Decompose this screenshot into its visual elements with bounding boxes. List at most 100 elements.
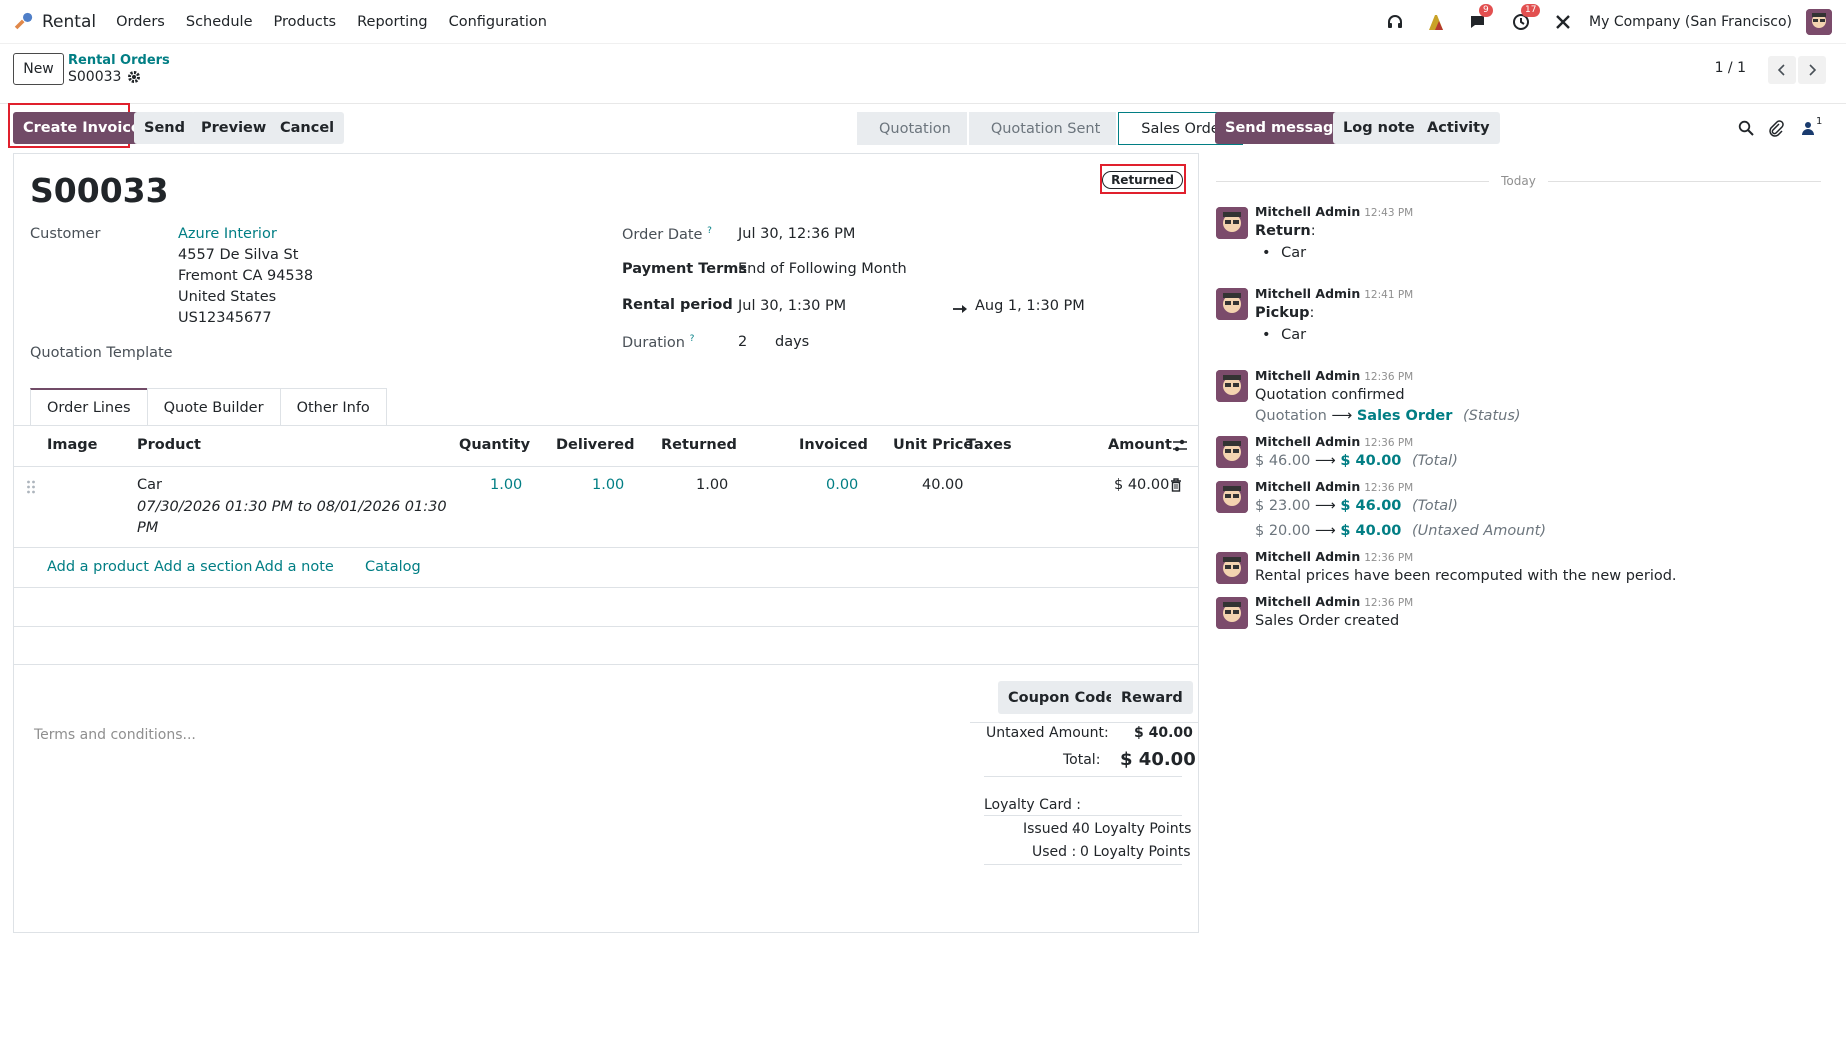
support-headset-icon[interactable] (1385, 12, 1405, 32)
row-product[interactable]: Car (137, 477, 162, 493)
optional-columns-sliders-icon[interactable] (1172, 438, 1188, 454)
column-header-amount[interactable]: Amount (1108, 437, 1172, 453)
avatar[interactable] (1216, 481, 1248, 513)
tab-other-info[interactable]: Other Info (279, 388, 387, 426)
trash-icon[interactable] (1170, 478, 1182, 492)
help-tooltip-icon[interactable]: ? (707, 226, 712, 236)
menu-products[interactable]: Products (274, 14, 337, 30)
rental-start-value[interactable]: Jul 30, 1:30 PM (738, 298, 846, 314)
tab-quote-builder[interactable]: Quote Builder (146, 388, 281, 426)
column-header-image[interactable]: Image (47, 437, 98, 453)
followers-icon[interactable] (1802, 121, 1814, 135)
activities-clock-icon[interactable]: 17 (1511, 4, 1541, 32)
pager-next-button[interactable] (1798, 56, 1826, 84)
log-note-button[interactable]: Log note (1333, 112, 1425, 144)
column-header-unit-price[interactable]: Unit Price (893, 437, 973, 453)
row-description-cont[interactable]: PM (137, 520, 158, 536)
old-value: $ 20.00 (1255, 523, 1311, 539)
chevron-left-icon (1777, 64, 1785, 76)
column-header-invoiced[interactable]: Invoiced (799, 437, 868, 453)
pager-previous-button[interactable] (1768, 56, 1796, 84)
loyalty-card-label: Loyalty Card : (984, 797, 1082, 813)
row-delivered[interactable]: 1.00 (592, 477, 624, 493)
notebook-tabs: Order Lines Quote Builder Other Info (30, 388, 387, 426)
avatar[interactable] (1216, 436, 1248, 468)
untaxed-amount-label: Untaxed Amount: (986, 725, 1109, 741)
coupon-code-button[interactable]: Coupon Code (998, 681, 1126, 714)
breadcrumb-current-record: S00033 (68, 69, 122, 85)
new-button[interactable]: New (13, 53, 64, 85)
used-label: Used : (1032, 844, 1077, 860)
tracking-value: Quotation ⟶ Sales Order (Status) (1255, 408, 1521, 424)
catalog-link[interactable]: Catalog (365, 559, 421, 575)
column-header-taxes[interactable]: Taxes (966, 437, 1012, 453)
customer-link[interactable]: Azure Interior (178, 226, 277, 242)
loyalty-divider (984, 815, 1182, 816)
column-header-returned[interactable]: Returned (661, 437, 737, 453)
cancel-button[interactable]: Cancel (270, 112, 345, 144)
drag-handle-icon[interactable] (26, 480, 36, 494)
tab-order-lines[interactable]: Order Lines (30, 388, 148, 426)
chevron-right-icon (1809, 64, 1817, 76)
send-button[interactable]: Send (134, 112, 195, 144)
terms-conditions-input[interactable]: Terms and conditions... (34, 727, 196, 743)
breadcrumb-current: S00033 (68, 69, 141, 85)
add-section-link[interactable]: Add a section (154, 559, 252, 575)
row-description[interactable]: 07/30/2026 01:30 PM to 08/01/2026 01:30 (137, 499, 447, 515)
breadcrumb-rental-orders[interactable]: Rental Orders (68, 53, 170, 68)
list-item: • Car (1262, 327, 1307, 343)
avatar[interactable] (1216, 597, 1248, 629)
help-tooltip-icon[interactable]: ? (690, 334, 695, 344)
new-value: Sales Order (1356, 408, 1453, 424)
menu-reporting[interactable]: Reporting (357, 14, 428, 30)
duration-unit[interactable]: days (775, 334, 809, 350)
row-unit-price[interactable]: 40.00 (922, 477, 964, 493)
menu-schedule[interactable]: Schedule (186, 14, 253, 30)
avatar[interactable] (1216, 207, 1248, 239)
preview-button[interactable]: Preview (191, 112, 277, 144)
avatar[interactable] (1216, 370, 1248, 402)
field-name: (Total) (1412, 498, 1458, 514)
app-brand[interactable]: Rental (12, 11, 96, 33)
rental-end-value[interactable]: Aug 1, 1:30 PM (975, 298, 1085, 314)
issued-value: 40 Loyalty Points (1072, 821, 1192, 837)
order-date-value[interactable]: Jul 30, 12:36 PM (738, 226, 855, 242)
column-header-delivered[interactable]: Delivered (556, 437, 634, 453)
navbar-systray: 9 17 My Company (San Francisco) (1363, 0, 1832, 44)
paperclip-icon[interactable] (1768, 119, 1784, 137)
payment-terms-value[interactable]: End of Following Month (738, 261, 907, 277)
add-product-link[interactable]: Add a product (47, 559, 149, 575)
column-header-product[interactable]: Product (137, 437, 201, 453)
messages-icon[interactable]: 9 (1469, 4, 1493, 32)
arrow-right-icon: ⟶ (1314, 453, 1336, 469)
avatar[interactable] (1216, 288, 1248, 320)
message-body: Quotation confirmed (1255, 387, 1405, 403)
row-amount[interactable]: $ 40.00 (1114, 477, 1169, 493)
field-name: (Status) (1463, 408, 1521, 424)
stage-quotation[interactable]: Quotation (857, 112, 967, 145)
ai-assistant-icon[interactable] (1427, 12, 1447, 32)
gear-icon[interactable] (127, 70, 141, 84)
add-note-link[interactable]: Add a note (255, 559, 334, 575)
column-header-quantity[interactable]: Quantity (459, 437, 530, 453)
row-quantity[interactable]: 1.00 (490, 477, 522, 493)
duration-value[interactable]: 2 (738, 334, 747, 350)
reward-button[interactable]: Reward (1111, 681, 1193, 714)
row-invoiced[interactable]: 0.00 (826, 477, 858, 493)
message-author: Mitchell Admin 12:36 PM (1255, 594, 1413, 609)
activity-button[interactable]: Activity (1417, 112, 1500, 144)
row-returned[interactable]: 1.00 (696, 477, 728, 493)
untaxed-amount-value: $ 40.00 (1134, 725, 1193, 741)
message-body: Pickup: (1255, 305, 1314, 321)
create-invoice-button[interactable]: Create Invoice (13, 112, 151, 144)
pager-value[interactable]: 1 / 1 (1715, 60, 1746, 76)
user-avatar[interactable] (1806, 9, 1832, 35)
company-switcher[interactable]: My Company (San Francisco) (1589, 14, 1792, 30)
stage-quotation-sent[interactable]: Quotation Sent (968, 112, 1117, 145)
debug-tools-icon[interactable] (1553, 12, 1573, 32)
search-icon[interactable] (1738, 120, 1754, 136)
customer-label: Customer (30, 226, 101, 242)
menu-configuration[interactable]: Configuration (449, 14, 547, 30)
avatar[interactable] (1216, 552, 1248, 584)
menu-orders[interactable]: Orders (116, 14, 165, 30)
